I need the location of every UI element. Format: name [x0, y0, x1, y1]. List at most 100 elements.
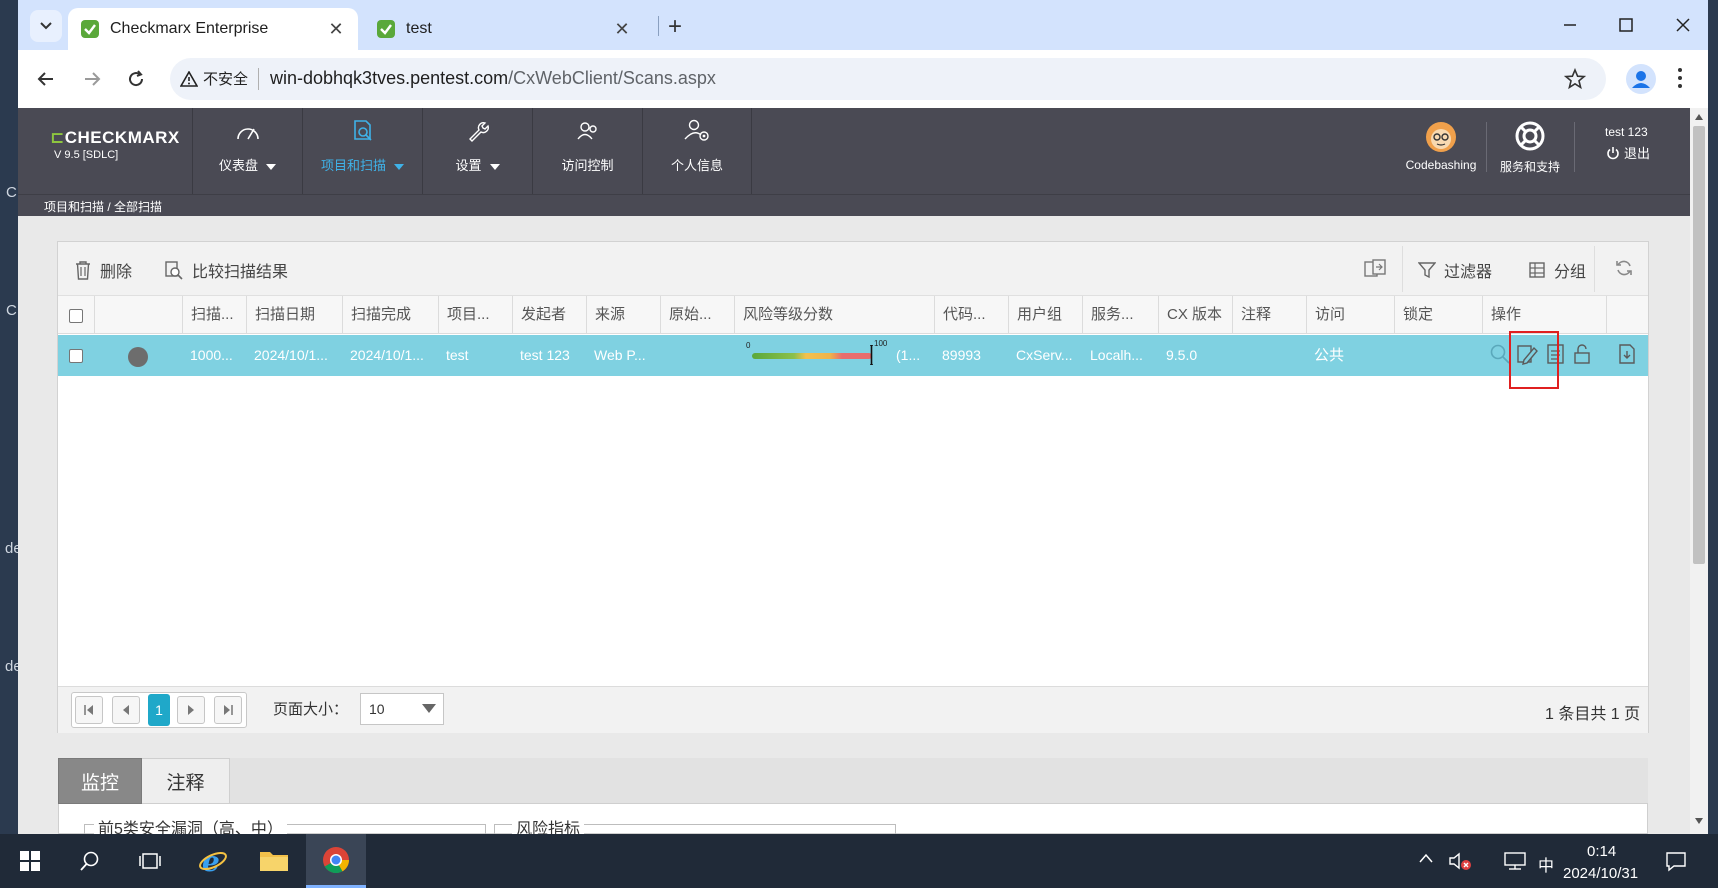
logout-button[interactable]: 退出 [1606, 143, 1650, 162]
pager-summary: 1 条目共 1 页 [1545, 706, 1641, 723]
wrench-icon [468, 122, 489, 142]
delete-button[interactable]: 删除 [74, 258, 132, 282]
browser-tab-test[interactable]: test ✕ [364, 8, 644, 50]
column-header-status[interactable] [94, 296, 182, 334]
column-header-comment[interactable]: 注释 [1232, 296, 1306, 334]
previous-page-button[interactable] [112, 696, 140, 724]
codebashing-button[interactable]: Codebashing [1406, 120, 1476, 172]
next-page-button[interactable] [177, 696, 205, 724]
row-checkbox[interactable] [69, 349, 83, 363]
close-icon[interactable]: ✕ [326, 19, 346, 40]
column-header-scan-id[interactable]: 扫描... [182, 296, 246, 334]
column-header-initiator[interactable]: 发起者 [512, 296, 586, 334]
scroll-up-icon[interactable] [1695, 114, 1703, 120]
column-header-locked[interactable]: 锁定 [1394, 296, 1482, 334]
column-header-team[interactable]: 用户组 [1008, 296, 1082, 334]
user-name: test 123 [1605, 125, 1648, 139]
notifications-button[interactable] [1665, 850, 1687, 872]
profile-button[interactable] [1626, 64, 1656, 94]
task-view-button[interactable] [120, 834, 180, 888]
network-icon[interactable] [1503, 851, 1527, 871]
nav-dashboard[interactable]: 仪表盘 [192, 108, 302, 194]
column-header-original[interactable]: 原始... [660, 296, 734, 334]
url-text[interactable]: win-dobhqk3tves.pentest.com/CxWebClient/… [270, 68, 716, 89]
tab-notes[interactable]: 注释 [142, 758, 230, 804]
search-button[interactable] [60, 834, 120, 888]
lifebuoy-icon [1515, 121, 1545, 151]
clock-time[interactable]: 0:14 [1587, 843, 1616, 860]
close-icon[interactable]: ✕ [612, 19, 632, 40]
column-header-scan-date[interactable]: 扫描日期 [246, 296, 342, 334]
cell-scan-date: 2024/10/1... [254, 347, 328, 363]
scroll-down-icon[interactable] [1695, 818, 1703, 824]
nav-personal-info[interactable]: 个人信息 [642, 108, 752, 194]
tab-monitor[interactable]: 监控 [58, 758, 142, 804]
dropdown-arrow-icon[interactable] [422, 704, 436, 713]
clock-date[interactable]: 2024/10/31 [1563, 865, 1638, 882]
compare-scans-button[interactable]: 比较扫描结果 [164, 258, 288, 282]
tab-search-button[interactable] [30, 10, 62, 42]
column-header-risk-score[interactable]: 风险等级分数 [734, 296, 934, 334]
cell-server: Localh... [1090, 347, 1143, 363]
input-method-indicator[interactable]: 中 [1538, 852, 1554, 876]
reload-icon [129, 70, 144, 87]
volume-muted-icon[interactable] [1448, 851, 1474, 871]
header-separator [1574, 122, 1575, 172]
column-header-loc[interactable]: 代码... [934, 296, 1008, 334]
column-header-server[interactable]: 服务... [1082, 296, 1158, 334]
task-view-icon [139, 853, 161, 869]
checkmarx-logo[interactable]: ⊏CHECKMARX [50, 128, 180, 148]
download-report-button[interactable] [1617, 343, 1637, 365]
brand-name: CHECKMARX [64, 128, 180, 147]
column-header-scan-complete[interactable]: 扫描完成 [342, 296, 438, 334]
desktop-right-edge [1708, 0, 1718, 834]
grid-toolbar [58, 242, 1648, 296]
column-header-project[interactable]: 项目... [438, 296, 512, 334]
view-results-button[interactable] [1489, 343, 1511, 365]
last-page-button[interactable] [214, 696, 242, 724]
menu-button[interactable] [1676, 66, 1684, 90]
new-tab-button[interactable]: + [668, 13, 682, 41]
current-page[interactable]: 1 [148, 694, 170, 726]
arrow-left-icon [37, 72, 53, 86]
first-page-icon [84, 705, 93, 715]
tray-expand-icon[interactable] [1418, 852, 1434, 864]
risk-score-marker-icon [870, 345, 873, 365]
first-page-button[interactable] [75, 696, 103, 724]
search-icon [1490, 344, 1510, 364]
download-icon [1619, 344, 1635, 364]
nav-access-control[interactable]: 访问控制 [532, 108, 642, 194]
column-header-cx-version[interactable]: CX 版本 [1158, 296, 1232, 334]
nav-label: 个人信息 [670, 158, 723, 173]
nav-projects-scans[interactable]: 项目和扫描 [302, 108, 422, 194]
url-host: win-dobhqk3tves.pentest.com [270, 68, 509, 88]
support-button[interactable]: 服务和支持 [1495, 120, 1565, 175]
close-window-button[interactable] [1668, 10, 1698, 40]
browser-tab-checkmarx[interactable]: Checkmarx Enterprise ✕ [68, 8, 358, 50]
file-explorer-button[interactable] [244, 834, 304, 888]
scrollbar-thumb[interactable] [1693, 126, 1705, 564]
chevron-down-icon [40, 22, 52, 30]
chrome-button[interactable] [306, 834, 366, 888]
cell-team: CxServ... [1016, 347, 1073, 363]
delete-label: 删除 [100, 264, 133, 281]
nav-settings[interactable]: 设置 [422, 108, 532, 194]
security-indicator[interactable]: 不安全 [180, 68, 248, 89]
start-button[interactable] [0, 834, 60, 888]
column-header-actions[interactable]: 操作 [1482, 296, 1606, 334]
minimize-button[interactable] [1555, 10, 1585, 40]
reload-button[interactable] [121, 64, 151, 94]
filter-button[interactable]: 过滤器 [1418, 258, 1492, 282]
lock-scan-button[interactable] [1572, 343, 1592, 365]
back-button[interactable] [31, 64, 61, 94]
export-button[interactable] [1364, 258, 1386, 278]
select-all-checkbox[interactable] [69, 309, 83, 323]
column-header-access[interactable]: 访问 [1306, 296, 1394, 334]
bookmark-button[interactable] [1564, 68, 1586, 90]
refresh-button[interactable] [1614, 258, 1634, 278]
internet-explorer-button[interactable]: e [183, 834, 243, 888]
forward-button[interactable] [77, 64, 107, 94]
column-header-origin[interactable]: 来源 [586, 296, 660, 334]
maximize-button[interactable] [1611, 10, 1641, 40]
group-button[interactable]: 分组 [1528, 258, 1586, 282]
